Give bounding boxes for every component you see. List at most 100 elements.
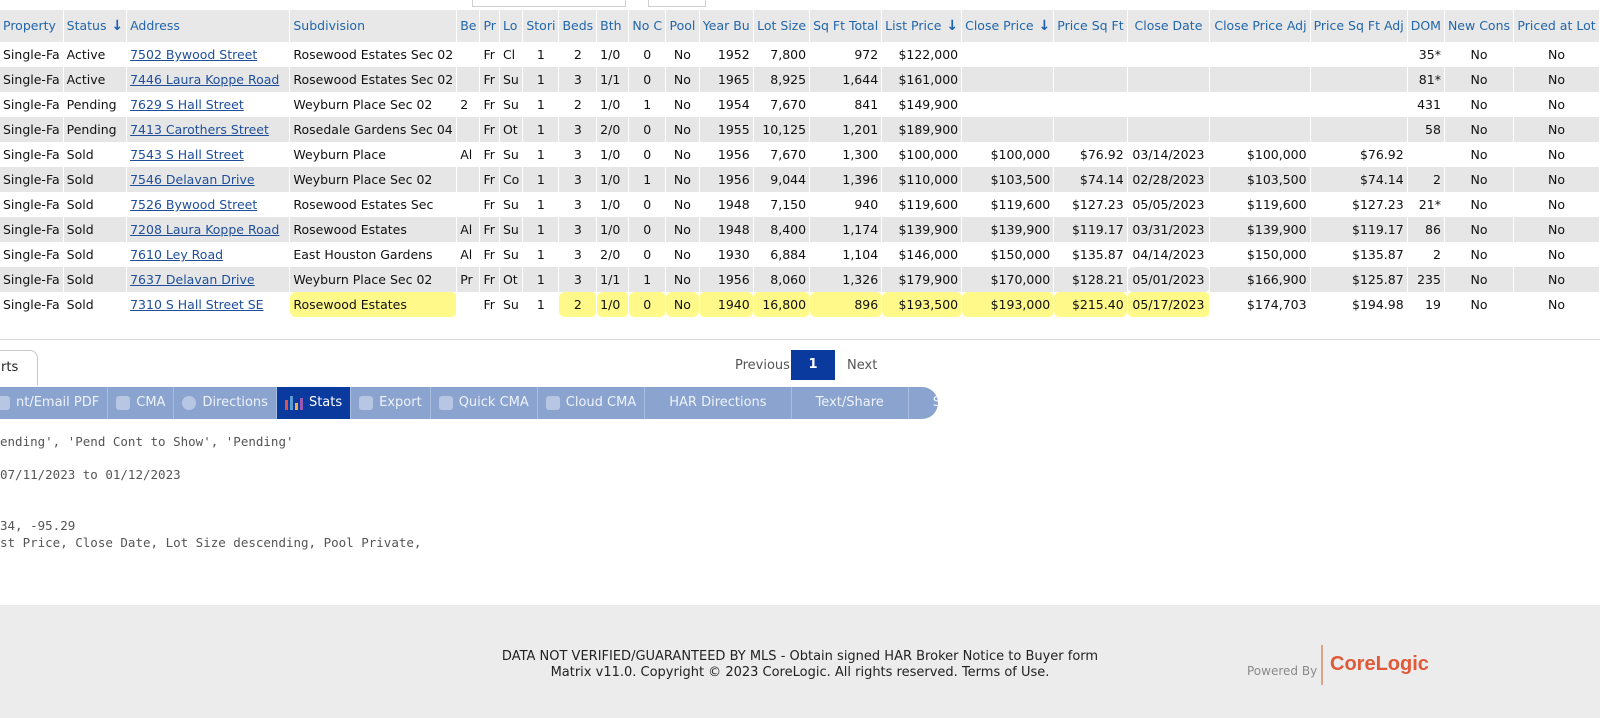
column-header-label: Bth	[600, 18, 622, 33]
cell-address: 7629 S Hall Street	[126, 92, 291, 117]
action-nt-email-pdf[interactable]: nt/Email PDF	[0, 387, 109, 419]
cell-cdate: 05/05/2023	[1127, 192, 1211, 217]
action-export[interactable]: Export	[351, 387, 431, 419]
column-header-pr[interactable]: Pr	[479, 10, 500, 42]
column-header-label: Property	[3, 18, 56, 33]
cell-lotprice: No	[1513, 67, 1600, 92]
cell-close: $170,000	[961, 267, 1055, 292]
sort-arrow-icon[interactable]: ↓	[106, 18, 123, 34]
address-link[interactable]: 7610 Ley Road	[130, 247, 223, 262]
address-link[interactable]: 7208 Laura Koppe Road	[130, 222, 279, 237]
action-har-directions[interactable]: HAR Directions	[645, 387, 792, 419]
address-link[interactable]: 7446 Laura Koppe Road	[130, 72, 279, 87]
column-header-price-sq-ft[interactable]: Price Sq Ft	[1053, 10, 1128, 42]
cell-bth: 2/0	[596, 117, 630, 142]
action-cloud-cma[interactable]: Cloud CMA	[538, 387, 646, 419]
table-row[interactable]: Single-Fa Sold 7610 Ley Road East Houston G…	[0, 242, 1600, 267]
column-header-lo[interactable]: Lo	[499, 10, 524, 42]
table-row[interactable]: Single-Fa Sold 7546 Delavan Drive Weyburn P…	[0, 167, 1600, 192]
cell-cdate	[1127, 117, 1211, 142]
next-page-link[interactable]: Next	[847, 358, 877, 373]
current-page-button[interactable]: 1	[791, 350, 835, 380]
cell-beds: 3	[558, 117, 598, 142]
sort-arrow-icon[interactable]: ↓	[942, 18, 958, 34]
column-header-subdivision[interactable]: Subdivision	[289, 10, 458, 42]
action-quick-cma[interactable]: Quick CMA	[431, 387, 538, 419]
cell-year: 1955	[699, 117, 754, 142]
column-header-bth[interactable]: Bth	[596, 10, 630, 42]
cell-lot: 16,800	[753, 292, 811, 317]
address-link[interactable]: 7310 S Hall Street SE	[130, 297, 263, 312]
column-header-close-price[interactable]: Close Price ↓	[961, 10, 1055, 42]
address-link[interactable]: 7637 Delavan Drive	[130, 272, 255, 287]
table-row[interactable]: Single-Fa Sold 7543 S Hall Street Weyburn P…	[0, 142, 1600, 167]
action-text-share[interactable]: Text/Share	[792, 387, 909, 419]
address-link[interactable]: 7543 S Hall Street	[130, 147, 244, 162]
action-directions[interactable]: Directions	[174, 387, 277, 419]
column-header-priced-at-lot[interactable]: Priced at Lot	[1513, 10, 1600, 42]
action-showingsmart[interactable]: ShowingSmart	[909, 387, 938, 419]
cell-dom: 86	[1407, 217, 1445, 242]
address-link[interactable]: 7502 Bywood Street	[130, 47, 257, 62]
table-row[interactable]: Single-Fa Sold 7208 Laura Koppe Road Rosewo…	[0, 217, 1600, 242]
column-header-year-bu[interactable]: Year Bu	[699, 10, 754, 42]
cell-stories: 1	[522, 192, 560, 217]
previous-page-link[interactable]: Previous	[735, 358, 790, 373]
pagination: Previous 1 Next	[0, 350, 1600, 380]
table-row[interactable]: Single-Fa Pending 7413 Carothers Street Ros…	[0, 117, 1600, 142]
cell-subdivision: Weyburn Place Sec 02	[289, 92, 458, 117]
cell-lotprice: No	[1513, 92, 1600, 117]
column-header-pool[interactable]: Pool	[665, 10, 700, 42]
cell-pool: No	[665, 92, 700, 117]
column-header-list-price[interactable]: List Price ↓	[881, 10, 963, 42]
cell-cadj: $103,500	[1209, 167, 1311, 192]
address-link[interactable]: 7629 S Hall Street	[130, 97, 244, 112]
column-header-status[interactable]: Status ↓	[63, 10, 128, 42]
cell-lotprice: No	[1513, 267, 1600, 292]
column-header-be[interactable]: Be	[456, 10, 481, 42]
table-row[interactable]: Single-Fa Sold 7310 S Hall Street SE Rosewo…	[0, 292, 1600, 317]
cell-cdate	[1127, 92, 1211, 117]
column-header-address[interactable]: Address	[126, 10, 291, 42]
column-header-label: Sq Ft Total	[813, 18, 879, 33]
column-header-no-c[interactable]: No C	[628, 10, 667, 42]
cell-nc: 1	[628, 267, 667, 292]
cell-newcons: No	[1444, 192, 1515, 217]
cell-sqft: 1,644	[809, 67, 883, 92]
column-header-lot-size[interactable]: Lot Size	[753, 10, 811, 42]
column-header-close-price-adj[interactable]: Close Price Adj	[1209, 10, 1311, 42]
cell-beds: 3	[558, 192, 598, 217]
cell-year: 1952	[699, 42, 754, 67]
address-link[interactable]: 7526 Bywood Street	[130, 197, 257, 212]
top-button-box[interactable]	[648, 0, 706, 7]
cell-beds: 3	[558, 217, 598, 242]
column-header-price-sq-ft-adj[interactable]: Price Sq Ft Adj	[1310, 10, 1408, 42]
address-link[interactable]: 7413 Carothers Street	[130, 122, 269, 137]
sort-arrow-icon[interactable]: ↓	[1034, 18, 1051, 34]
cell-pool: No	[665, 42, 700, 67]
column-header-sq-ft-total[interactable]: Sq Ft Total	[809, 10, 883, 42]
cell-list: $179,900	[881, 267, 963, 292]
cell-lotprice: No	[1513, 117, 1600, 142]
column-header-beds[interactable]: Beds	[558, 10, 598, 42]
column-header-new-cons[interactable]: New Cons	[1444, 10, 1515, 42]
cell-beds: 3	[558, 167, 598, 192]
cell-type: Single-Fa	[0, 92, 64, 117]
cell-cadj	[1209, 92, 1311, 117]
cell-cdate: 05/17/2023	[1127, 292, 1211, 317]
top-input-box[interactable]	[472, 0, 626, 7]
table-row[interactable]: Single-Fa Active 7502 Bywood Street Rosewoo…	[0, 42, 1600, 67]
column-header-close-date[interactable]: Close Date	[1127, 10, 1211, 42]
table-row[interactable]: Single-Fa Active 7446 Laura Koppe Road Rose…	[0, 67, 1600, 92]
action-stats[interactable]: Stats	[276, 387, 352, 419]
table-row[interactable]: Single-Fa Pending 7629 S Hall Street Weybur…	[0, 92, 1600, 117]
table-row[interactable]: Single-Fa Sold 7637 Delavan Drive Weyburn P…	[0, 267, 1600, 292]
action-cma[interactable]: CMA	[108, 387, 175, 419]
column-header-property[interactable]: Property	[0, 10, 64, 42]
column-header-stori[interactable]: Stori	[522, 10, 560, 42]
column-header-dom[interactable]: DOM	[1407, 10, 1445, 42]
table-row[interactable]: Single-Fa Sold 7526 Bywood Street Rosewood …	[0, 192, 1600, 217]
address-link[interactable]: 7546 Delavan Drive	[130, 172, 255, 187]
cell-ppsf	[1053, 67, 1128, 92]
cell-pool: No	[665, 267, 700, 292]
